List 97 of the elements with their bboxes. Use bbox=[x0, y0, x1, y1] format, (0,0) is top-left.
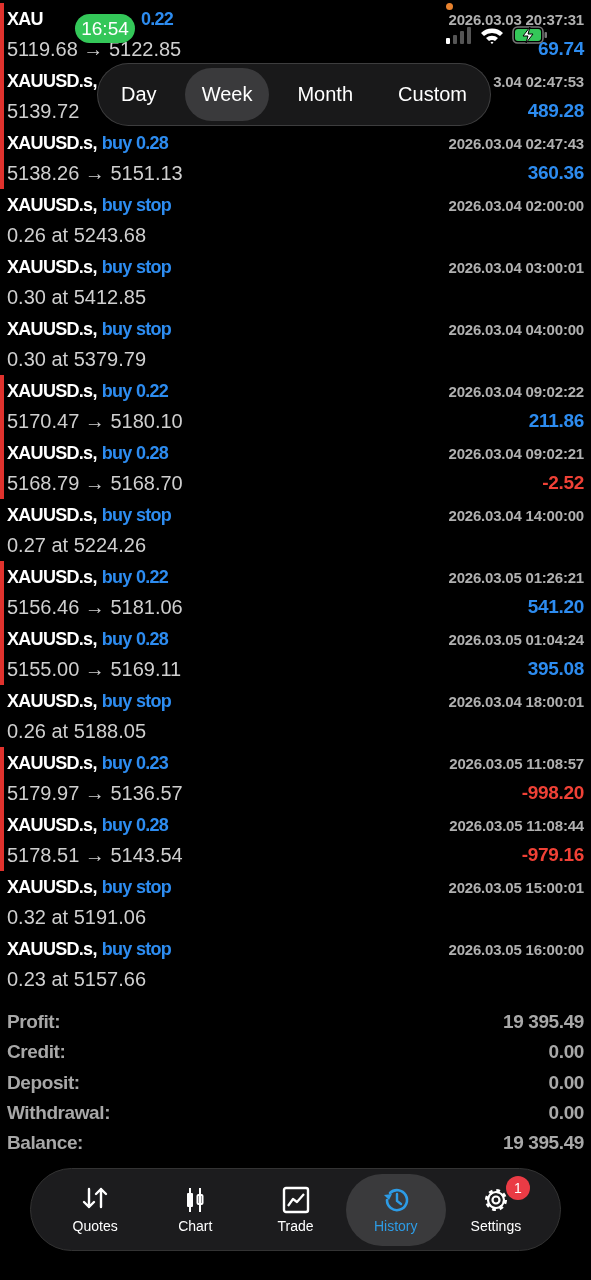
symbol-label: XAUUSD.s, bbox=[7, 566, 97, 588]
price-label: 0.32 at 5191.06 bbox=[7, 905, 146, 929]
order-side-label: buy 0.23 bbox=[101, 752, 169, 774]
time-pill: 16:54 bbox=[75, 14, 135, 43]
tab-bar-item[interactable]: Chart bbox=[145, 1174, 246, 1246]
symbol-label: XAUUSD.s, bbox=[7, 814, 97, 836]
order-side-label: buy 0.28 bbox=[101, 814, 169, 836]
price-label: 5178.51 → 5143.54 bbox=[7, 843, 183, 867]
privacy-dot-icon bbox=[446, 3, 453, 10]
symbol-label: XAUUSD.s, bbox=[7, 132, 97, 154]
profit-label: -2.52 bbox=[542, 472, 584, 494]
symbol-label: XAUUSD.s, bbox=[7, 752, 97, 774]
order-side-label: buy stop bbox=[101, 194, 172, 216]
symbol-label: XAUUSD.s, bbox=[7, 628, 97, 650]
price-label: 5170.47 → 5180.10 bbox=[7, 409, 183, 433]
profit-label: -998.20 bbox=[521, 782, 584, 804]
profit-label: 360.36 bbox=[527, 162, 584, 184]
tab-bar-item[interactable]: Settings 1 bbox=[445, 1174, 546, 1246]
time-label: 2026.03.05 01:26:21 bbox=[448, 568, 584, 586]
profit-label: 69.74 bbox=[537, 38, 584, 60]
price-label: 0.30 at 5412.85 bbox=[7, 285, 146, 309]
wifi-icon bbox=[480, 27, 504, 44]
battery-charging-icon bbox=[512, 26, 548, 44]
price-label: 0.26 at 5188.05 bbox=[7, 719, 146, 743]
tab-bar-item[interactable]: Quotes bbox=[45, 1174, 146, 1246]
time-label: 2026.03.04 09:02:22 bbox=[448, 382, 584, 400]
symbol-label: XAUUSD.s, bbox=[7, 256, 97, 278]
price-label: 5156.46 → 5181.06 bbox=[7, 595, 183, 619]
price-label: 0.30 at 5379.79 bbox=[7, 347, 146, 371]
summary-label: Deposit: bbox=[7, 1071, 80, 1094]
order-side-label: buy stop bbox=[101, 690, 172, 712]
order-side-label: buy 0.22 bbox=[101, 566, 169, 588]
time-label: 2026.03.04 09:02:21 bbox=[448, 444, 584, 462]
profit-label: 211.86 bbox=[528, 410, 584, 432]
price-label: 0.27 at 5224.26 bbox=[7, 533, 146, 557]
order-side-label: buy stop bbox=[101, 504, 172, 526]
order-side-label: buy 0.28 bbox=[101, 132, 169, 154]
period-tab[interactable]: Week bbox=[184, 68, 270, 121]
price-label: 5138.26 → 5151.13 bbox=[7, 161, 183, 185]
price-label: 5179.97 → 5136.57 bbox=[7, 781, 183, 805]
time-label: 2026.03.04 14:00:00 bbox=[448, 506, 584, 524]
symbol-label: XAUUSD.s, bbox=[7, 690, 97, 712]
time-label: 2026.03.05 01:04:24 bbox=[448, 630, 584, 648]
tab-bar-item[interactable]: History bbox=[345, 1174, 446, 1246]
summary-label: Profit: bbox=[7, 1011, 61, 1034]
profit-label: 489.28 bbox=[527, 100, 584, 122]
time-label: 2026.03.05 16:00:00 bbox=[448, 940, 584, 958]
notification-badge: 1 bbox=[505, 1176, 530, 1200]
symbol-label: XAUUSD.s, bbox=[7, 194, 97, 216]
time-label: 2026.03.05 15:00:01 bbox=[448, 878, 584, 896]
time-label: 2026.03.04 02:47:43 bbox=[448, 134, 584, 152]
time-label: 2026.03.05 11:08:57 bbox=[449, 754, 584, 772]
line-chart-icon bbox=[281, 1186, 310, 1214]
order-side-label: buy stop bbox=[101, 938, 172, 960]
summary-value: 0.00 bbox=[548, 1071, 584, 1094]
time-label: 2026.03.03 20:37:31 bbox=[448, 10, 584, 28]
summary-label: Balance: bbox=[7, 1132, 83, 1155]
time-label: 2026.03.04 04:00:00 bbox=[448, 320, 584, 338]
price-label: 5155.00 → 5169.11 bbox=[7, 657, 182, 681]
symbol-label: XAUUSD.s, bbox=[7, 70, 97, 92]
order-side-label: 0.22 bbox=[140, 8, 174, 30]
symbol-label: XAUUSD.s, bbox=[7, 504, 97, 526]
period-tab[interactable]: Day bbox=[104, 68, 174, 121]
profit-label: 541.20 bbox=[527, 596, 584, 618]
profit-label: 395.08 bbox=[527, 658, 584, 680]
price-label: 0.26 at 5243.68 bbox=[7, 223, 146, 247]
price-label: 0.23 at 5157.66 bbox=[7, 967, 146, 991]
time-label: 2026.03.04 02:00:00 bbox=[448, 196, 584, 214]
summary-label: Credit: bbox=[7, 1041, 66, 1064]
signal-icon bbox=[446, 27, 472, 44]
price-label: 5139.72 bbox=[7, 99, 80, 123]
symbol-label: XAUUSD.s, bbox=[7, 318, 97, 340]
profit-label: -979.16 bbox=[521, 844, 584, 866]
order-side-label: buy 0.28 bbox=[101, 442, 169, 464]
summary-value: 0.00 bbox=[548, 1102, 584, 1125]
order-side-label: buy 0.22 bbox=[101, 380, 169, 402]
order-side-label: buy stop bbox=[101, 318, 172, 340]
summary-value: 19 395.49 bbox=[503, 1011, 584, 1034]
symbol-label: XAUUSD.s, bbox=[7, 442, 97, 464]
summary-value: 0.00 bbox=[548, 1041, 584, 1064]
symbol-label: XAUUSD.s, bbox=[7, 380, 97, 402]
summary-value: 19 395.49 bbox=[503, 1132, 584, 1155]
period-tab[interactable]: Custom bbox=[381, 68, 484, 121]
period-tab[interactable]: Month bbox=[280, 68, 371, 121]
time-label: 2026.03.04 03:00:01 bbox=[448, 258, 584, 276]
price-label: 5168.79 → 5168.70 bbox=[7, 471, 183, 495]
time-label: 2026.03.05 11:08:44 bbox=[449, 816, 584, 834]
time-label: 2026.03.04 18:00:01 bbox=[448, 692, 584, 710]
order-side-label: buy stop bbox=[101, 256, 172, 278]
symbol-label: XAUUSD.s, bbox=[7, 938, 97, 960]
order-side-label: buy 0.28 bbox=[101, 628, 169, 650]
summary-label: Withdrawal: bbox=[7, 1102, 111, 1125]
tab-bar-item[interactable]: Trade bbox=[245, 1174, 346, 1246]
order-side-label: buy stop bbox=[101, 876, 172, 898]
symbol-label: XAUUSD.s, bbox=[7, 876, 97, 898]
time-label: 3.04 02:47:53 bbox=[493, 72, 584, 90]
symbol-label: XAU bbox=[7, 8, 43, 30]
